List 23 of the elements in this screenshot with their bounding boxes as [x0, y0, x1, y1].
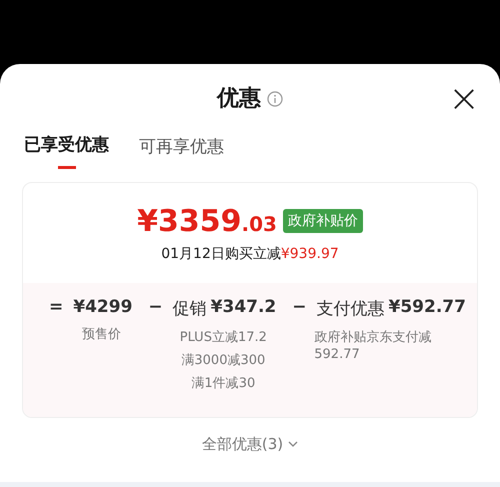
- term-amount: ¥347.2: [210, 297, 276, 319]
- term-note: 预售价: [82, 327, 122, 344]
- term-amount: ¥4299: [73, 297, 132, 317]
- subsidy-badge: 政府补贴价: [282, 209, 363, 233]
- term-label: 促销: [172, 298, 207, 320]
- term-amount: ¥592.77: [388, 297, 466, 319]
- term-note: 满3000减300: [181, 352, 266, 370]
- saving-note: 01月12日购买立减¥939.97: [161, 244, 339, 262]
- all-discounts-link[interactable]: 全部优惠(3): [196, 434, 304, 455]
- final-price: ¥3359.03: [137, 204, 277, 238]
- info-icon[interactable]: [267, 91, 283, 107]
- sheet-title: 优惠: [217, 85, 261, 113]
- chevron-down-icon: [288, 441, 298, 448]
- term-note: PLUS立减17.2: [180, 330, 267, 347]
- term-note: 政府补贴京东支付减592.77: [314, 330, 432, 364]
- close-button[interactable]: ×: [448, 78, 480, 118]
- operator-sign: −: [148, 297, 163, 319]
- tab[interactable]: 可再享优惠: [139, 132, 224, 172]
- term-label: 支付优惠: [316, 298, 385, 320]
- term-note: 满1件减30: [191, 376, 256, 393]
- operator-sign: =: [49, 297, 64, 317]
- operator-sign: −: [292, 297, 307, 319]
- tab[interactable]: 已享受优惠: [24, 132, 109, 172]
